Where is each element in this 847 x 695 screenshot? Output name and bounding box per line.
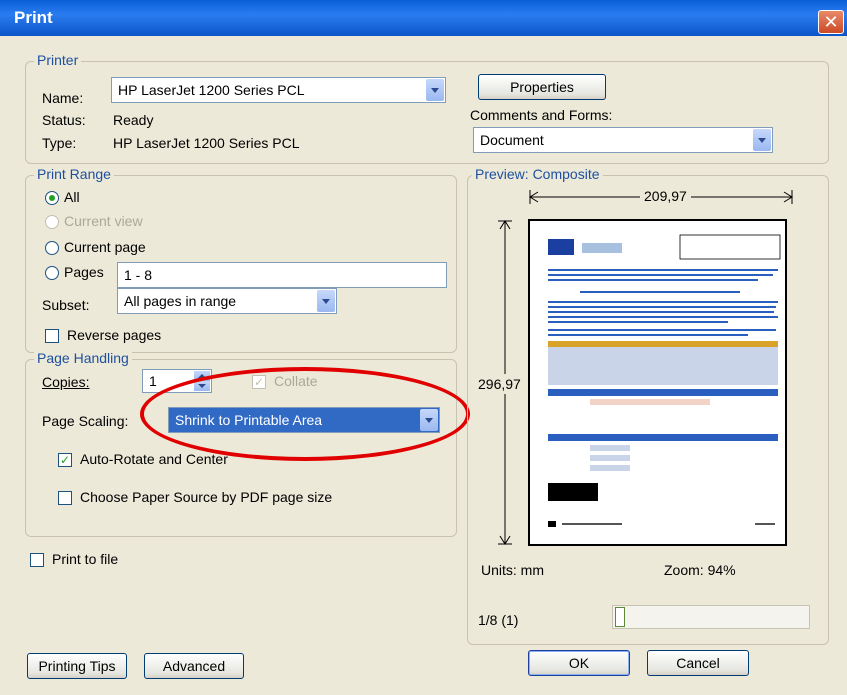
status-label: Status: [42,112,86,128]
subset-label: Subset: [42,297,90,313]
advanced-button[interactable]: Advanced [144,653,244,679]
copies-label: Copies: [42,374,90,390]
page-slider[interactable] [612,605,810,629]
chevron-down-icon[interactable] [317,290,335,312]
page-counter: 1/8 (1) [478,612,519,628]
print-to-file-label[interactable]: Print to file [52,551,118,567]
zoom-label: Zoom: 94% [664,562,736,578]
comments-forms-dropdown[interactable]: Document [473,127,773,153]
type-value: HP LaserJet 1200 Series PCL [113,135,300,151]
all-label[interactable]: All [64,189,80,205]
current-page-radio[interactable] [45,241,59,255]
reverse-pages-checkbox[interactable] [45,329,59,343]
copies-value: 1 [149,373,157,389]
close-button[interactable]: ✕ [818,10,844,34]
subset-value: All pages in range [124,293,237,309]
choose-paper-source-label[interactable]: Choose Paper Source by PDF page size [80,489,332,505]
preview-group-label: Preview: Composite [472,166,603,182]
printer-name-value: HP LaserJet 1200 Series PCL [118,82,305,98]
pages-input[interactable]: 1 - 8 [117,262,447,288]
page-scaling-label: Page Scaling: [42,413,129,429]
subset-dropdown[interactable]: All pages in range [117,288,337,314]
chevron-down-icon[interactable] [426,79,444,101]
auto-rotate-label[interactable]: Auto-Rotate and Center [80,451,228,467]
cancel-button[interactable]: Cancel [647,650,749,676]
page-thumbnail-graphic [548,234,781,527]
properties-button[interactable]: Properties [478,74,606,100]
print-dialog: Print ✕ Printer Name: HP LaserJet 1200 S… [0,0,847,695]
dialog-title: Print [14,8,53,27]
annotation-ellipse [140,367,470,461]
current-view-label: Current view [64,213,143,229]
choose-paper-source-checkbox[interactable] [58,491,72,505]
current-page-label[interactable]: Current page [64,239,146,255]
page-slider-thumb[interactable] [615,607,625,627]
page-handling-group-label: Page Handling [34,350,132,366]
comments-forms-value: Document [480,132,544,148]
preview-width-label: 209,97 [640,188,691,204]
name-label: Name: [42,90,84,106]
printer-group-label: Printer [34,52,82,68]
title-bar[interactable]: Print ✕ [0,0,847,36]
type-label: Type: [42,135,77,151]
current-view-radio [45,215,59,229]
preview-height-label: 296,97 [478,374,521,394]
pages-radio[interactable] [45,266,59,280]
reverse-pages-label[interactable]: Reverse pages [67,327,161,343]
auto-rotate-checkbox[interactable]: ✓ [58,453,72,467]
close-icon: ✕ [823,12,839,32]
all-radio[interactable] [45,191,59,205]
pages-label[interactable]: Pages [64,264,104,280]
print-to-file-checkbox[interactable] [30,553,44,567]
comments-forms-label: Comments and Forms: [470,107,613,123]
status-value: Ready [113,112,154,128]
ok-button[interactable]: OK [528,650,630,676]
printing-tips-button[interactable]: Printing Tips [27,653,127,679]
printer-name-dropdown[interactable]: HP LaserJet 1200 Series PCL [111,77,446,103]
chevron-down-icon[interactable] [753,129,771,151]
print-range-group-label: Print Range [34,166,114,182]
units-label: Units: mm [481,562,544,578]
page-preview [528,219,787,546]
